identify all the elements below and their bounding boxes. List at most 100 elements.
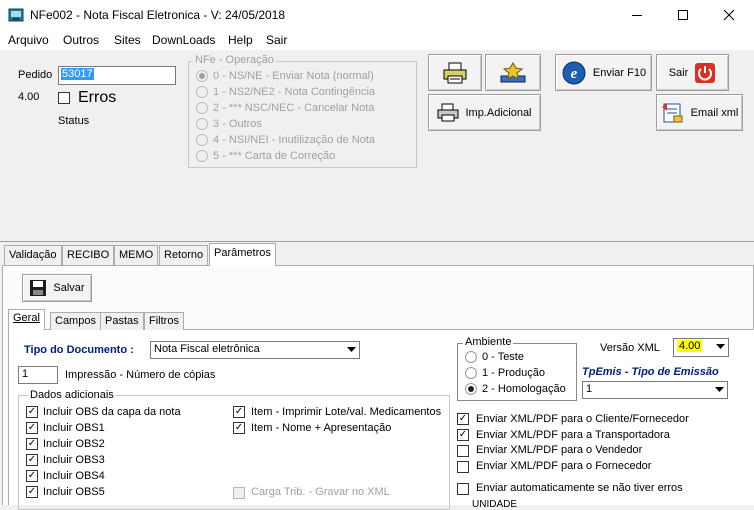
tipo-documento-label: Tipo do Documento : [24,344,134,356]
obs2-checkbox[interactable]: ✓ [26,438,38,450]
enviar-button[interactable]: e Enviar F10 [555,54,652,91]
operacao-option-1: 1 - NS2/NE2 - Nota Contingência [213,86,376,98]
print-button[interactable] [428,54,482,91]
sair-button[interactable]: Sair [656,54,729,91]
email-xml-button[interactable]: Email xml [656,94,743,131]
power-icon [695,62,716,83]
ambiente-option-0: 0 - Teste [482,351,524,363]
tpemis-label: TpEmis - Tipo de Emissão [582,366,719,378]
tab-parametros[interactable]: Parâmetros [209,243,276,266]
enviar-cliente-checkbox[interactable]: ✓ [457,413,469,425]
erros-label: Erros [78,89,117,106]
pedido-value: 53017 [61,68,94,80]
operacao-radio-1[interactable] [196,86,208,98]
operacao-option-5: 5 - *** Carta de Correção [213,150,336,162]
subtab-filtros[interactable]: Filtros [144,312,184,330]
tpemis-select[interactable]: 1 [582,381,728,399]
minimize-button[interactable] [614,0,660,30]
tipo-documento-arrow[interactable] [343,342,359,358]
tpemis-arrow[interactable] [711,382,727,398]
operacao-radio-0[interactable] [196,70,208,82]
menu-outros[interactable]: Outros [63,33,99,47]
operacao-option-3: 3 - Outros [213,118,262,130]
obs4-checkbox[interactable]: ✓ [26,470,38,482]
enviar-transportadora-label: Enviar XML/PDF para a Transportadora [476,429,670,441]
chevron-down-icon [346,347,356,352]
operacao-radio-4[interactable] [196,134,208,146]
copias-value: 1 [22,368,29,380]
obs4-label: Incluir OBS4 [43,470,105,482]
salvar-label: Salvar [53,282,85,294]
ambiente-radio-2[interactable] [465,383,477,395]
operacao-option-2: 2 - *** NSC/NEC - Cancelar Nota [213,102,375,114]
operacao-radio-2[interactable] [196,102,208,114]
tab-retorno[interactable]: Retorno [159,245,209,265]
subtab-campos[interactable]: Campos [50,312,101,330]
minimize-icon [632,15,642,16]
erros-checkbox[interactable] [58,92,70,104]
copias-input[interactable]: 1 [18,366,58,384]
printer-icon [443,62,467,83]
obs-capa-checkbox[interactable]: ✓ [26,406,38,418]
menu-help[interactable]: Help [228,33,253,47]
menu-sites[interactable]: Sites [114,33,141,47]
versao-xml-label: Versão XML [600,342,660,354]
svg-text:e: e [571,66,578,82]
network-icon [500,61,526,82]
carga-trib-checkbox[interactable] [233,487,245,499]
email-xml-label: Email xml [690,106,739,119]
enviar-fornecedor-label: Enviar XML/PDF para o Fornecedor [476,460,652,472]
versao-xml-arrow[interactable] [712,339,728,355]
operacao-radio-3[interactable] [196,118,208,130]
salvar-button[interactable]: Salvar [22,274,92,302]
menu-downloads[interactable]: DownLoads [152,33,215,47]
copias-label: Impressão - Número de cópias [65,369,216,381]
app-icon [8,7,24,23]
operacao-legend: NFe - Operação [193,54,276,66]
subtab-pastas[interactable]: Pastas [100,312,144,330]
operacao-radio-5[interactable] [196,150,208,162]
window-title: NFe002 - Nota Fiscal Eletronica - V: 24/… [30,8,286,22]
enviar-transportadora-checkbox[interactable]: ✓ [457,429,469,441]
pedido-label: Pedido [18,69,53,81]
tab-memo[interactable]: MEMO [114,245,159,265]
ambiente-radio-0[interactable] [465,351,477,363]
ambiente-option-1: 1 - Produção [482,367,545,379]
close-button[interactable] [706,0,752,30]
status-label: Status [58,115,90,127]
obs1-checkbox[interactable]: ✓ [26,422,38,434]
tab-validacao[interactable]: Validação [4,245,62,265]
maximize-button[interactable] [660,0,706,30]
radio-dot [468,386,474,392]
auto-envio-label: Enviar automaticamente se não tiver erro… [476,482,683,494]
lote-medicamentos-checkbox[interactable]: ✓ [233,406,245,418]
operacao-option-4: 4 - NSI/NEI - Inutilização de Nota [213,134,376,146]
tipo-documento-select[interactable]: Nota Fiscal eletrônica [150,341,360,359]
radio-dot [199,73,205,79]
menu-sair[interactable]: Sair [266,33,287,47]
enviar-vendedor-checkbox[interactable] [457,445,469,457]
printer-icon [437,103,459,121]
obs3-label: Incluir OBS3 [43,454,105,466]
pedido-input[interactable]: 53017 [58,66,176,85]
obs-capa-label: Incluir OBS da capa da nota [43,406,181,418]
top-divider [0,241,754,242]
menu-arquivo[interactable]: Arquivo [8,33,49,47]
enviar-cliente-label: Enviar XML/PDF para o Cliente/Fornecedor [476,413,689,425]
obs5-checkbox[interactable]: ✓ [26,486,38,498]
enviar-fornecedor-checkbox[interactable] [457,461,469,473]
ambiente-radio-1[interactable] [465,367,477,379]
ambiente-legend: Ambiente [463,336,514,348]
carga-trib-label: Carga Trib. - Gravar no XML [251,486,390,498]
tab-recibo[interactable]: RECIBO [62,245,115,265]
obs3-checkbox[interactable]: ✓ [26,454,38,466]
chevron-down-icon [715,344,725,349]
versao-xml-value: 4.00 [677,340,703,352]
enviar-label: Enviar F10 [592,66,647,79]
nome-apresentacao-checkbox[interactable]: ✓ [233,422,245,434]
transmit-button[interactable] [485,54,541,91]
imp-adicional-button[interactable]: Imp.Adicional [428,94,541,131]
enviar-vendedor-label: Enviar XML/PDF para o Vendedor [476,444,643,456]
auto-envio-checkbox[interactable] [457,483,469,495]
subtab-geral[interactable]: Geral [8,309,45,330]
